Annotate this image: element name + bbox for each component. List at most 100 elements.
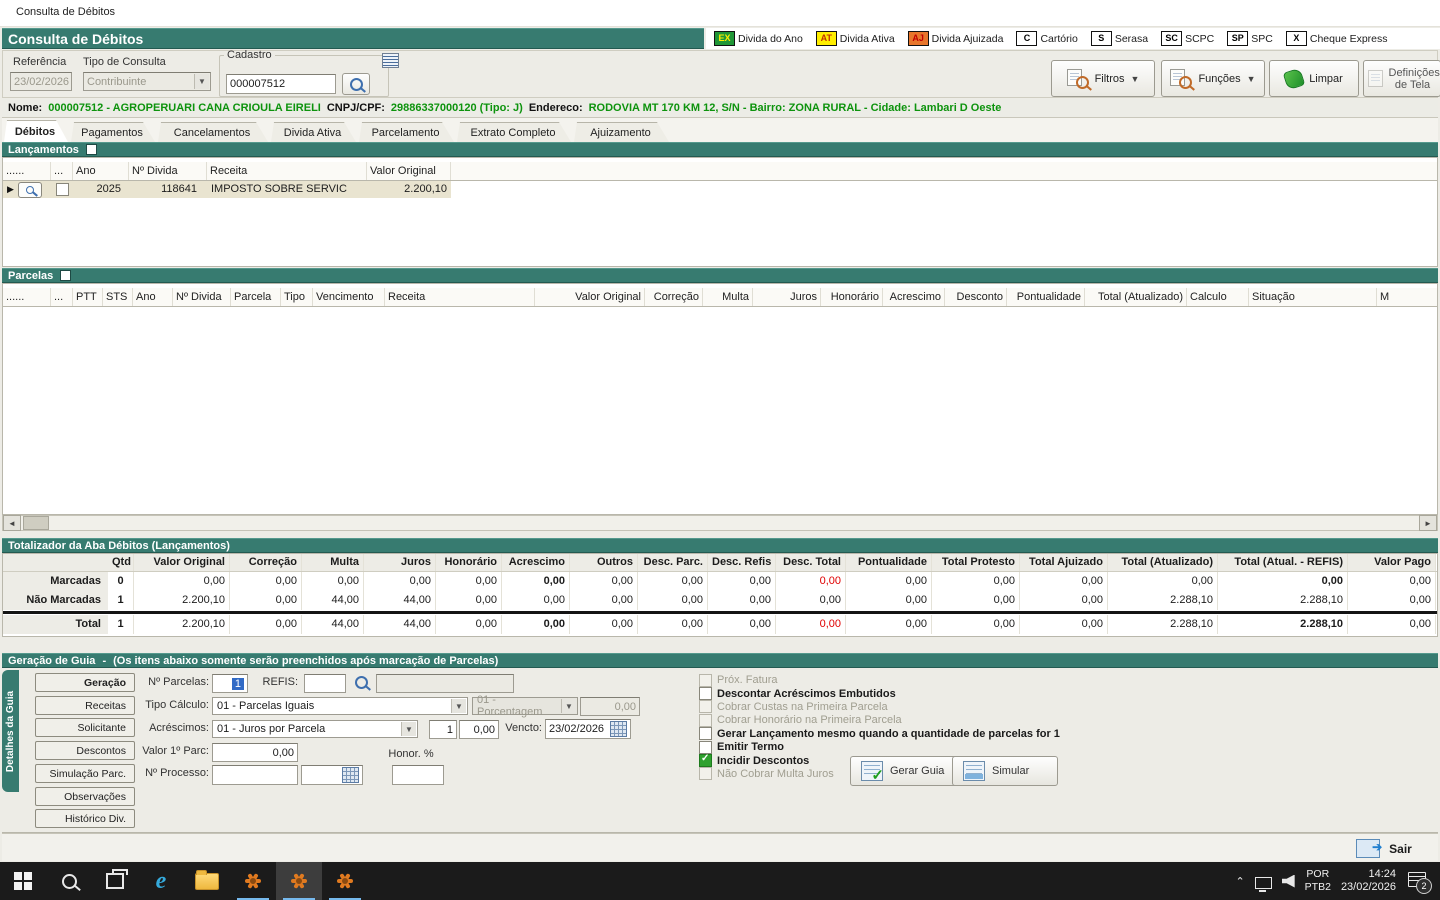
scroll-right-icon[interactable]: ► bbox=[1419, 515, 1437, 531]
refis-input[interactable] bbox=[304, 674, 346, 693]
vencto-input[interactable]: 23/02/2026 bbox=[545, 719, 631, 739]
column-header-n-divida[interactable]: Nº Divida bbox=[173, 288, 231, 306]
n-parcelas-input[interactable]: 1 bbox=[212, 674, 248, 693]
parcelas-section-header: Parcelas bbox=[2, 268, 1438, 283]
column-header-situacao[interactable]: Situação bbox=[1249, 288, 1377, 306]
tipo-consulta-select[interactable]: Contribuinte ▼ bbox=[83, 72, 211, 91]
sidebar-button-observacoes[interactable]: Observações bbox=[35, 787, 135, 806]
tab-divida-ativa[interactable]: Divida Ativa bbox=[271, 122, 356, 142]
column-header-parcela[interactable]: Parcela bbox=[231, 288, 281, 306]
checkbox-cobrar-honorario-na-primeira-parcela[interactable]: Cobrar Honorário na Primeira Parcela bbox=[699, 714, 1060, 726]
cadastro-input[interactable]: 000007512 bbox=[226, 74, 336, 94]
column-header-correcao[interactable]: Correção bbox=[645, 288, 703, 306]
cadastro-search-button[interactable] bbox=[342, 73, 370, 95]
simular-button[interactable]: Simular bbox=[952, 756, 1058, 786]
column-header-acrescimo: Acrescimo bbox=[502, 554, 570, 571]
tab-debitos[interactable]: Débitos bbox=[4, 120, 68, 142]
clock[interactable]: 14:2423/02/2026 bbox=[1341, 868, 1396, 894]
grid-view-button[interactable] bbox=[381, 51, 399, 69]
processo-date-input[interactable] bbox=[301, 765, 363, 785]
acrescimos-amount-input[interactable]: 0,00 bbox=[459, 720, 499, 739]
internet-explorer-button[interactable]: e bbox=[138, 862, 184, 900]
column-header-[interactable]: ...... bbox=[3, 162, 51, 180]
cadastro-label: Cadastro bbox=[224, 49, 275, 61]
calendar-icon[interactable] bbox=[610, 721, 627, 737]
column-header-receita[interactable]: Receita bbox=[385, 288, 535, 306]
tab-parcelamento[interactable]: Parcelamento bbox=[359, 122, 454, 142]
referencia-field[interactable]: 23/02/2026 bbox=[10, 72, 72, 91]
column-header-vencimento[interactable]: Vencimento bbox=[313, 288, 385, 306]
scroll-left-icon[interactable]: ◄ bbox=[3, 515, 21, 531]
tab-ajuizamento[interactable]: Ajuizamento bbox=[574, 122, 669, 142]
column-header-n-divida[interactable]: Nº Divida bbox=[129, 162, 207, 180]
query-bar: Referência 23/02/2026 Tipo de Consulta C… bbox=[2, 50, 1438, 98]
notification-button[interactable]: 2 bbox=[1406, 870, 1430, 892]
column-header-ano[interactable]: Ano bbox=[133, 288, 173, 306]
definicoes-tela-button[interactable]: Definições de Tela bbox=[1363, 60, 1440, 97]
start-button[interactable] bbox=[0, 862, 46, 900]
filtros-button[interactable]: Filtros ▼ bbox=[1051, 60, 1155, 97]
chevron-up-icon[interactable]: ⌃ bbox=[1235, 875, 1244, 888]
app-button-3[interactable] bbox=[322, 862, 368, 900]
limpar-button[interactable]: Limpar bbox=[1269, 60, 1359, 97]
acrescimos-qtd-input[interactable]: 1 bbox=[429, 720, 457, 739]
sidebar-button-historico-div[interactable]: Histórico Div. bbox=[35, 809, 135, 828]
tab-pagamentos[interactable]: Pagamentos bbox=[71, 122, 155, 142]
lancamentos-header-checkbox[interactable] bbox=[86, 144, 97, 155]
column-header-total-atualizado[interactable]: Total (Atualizado) bbox=[1085, 288, 1187, 306]
column-header-honorario[interactable]: Honorário bbox=[821, 288, 883, 306]
taskbar-search-button[interactable] bbox=[46, 862, 92, 900]
file-explorer-button[interactable] bbox=[184, 862, 230, 900]
checkbox-prox-fatura[interactable]: Próx. Fatura bbox=[699, 674, 1060, 686]
volume-icon[interactable] bbox=[1282, 875, 1295, 888]
network-icon[interactable] bbox=[1255, 877, 1272, 889]
cell-honorario: 0,00 bbox=[436, 591, 502, 610]
table-row[interactable]: ▶ 2025 118641 IMPOSTO SOBRE SERVIC 2.200… bbox=[3, 181, 451, 198]
honor-input[interactable] bbox=[392, 765, 444, 785]
row-search-button[interactable] bbox=[18, 182, 42, 198]
detalhes-da-guia-tab[interactable]: Detalhes da Guia bbox=[2, 670, 19, 792]
parcelas-header-checkbox[interactable] bbox=[60, 270, 71, 281]
valor1-input[interactable]: 0,00 bbox=[212, 743, 298, 762]
funcoes-button[interactable]: Funções ▼ bbox=[1161, 60, 1265, 97]
column-header-sts[interactable]: STS bbox=[103, 288, 133, 306]
column-header-receita[interactable]: Receita bbox=[207, 162, 367, 180]
app-button-2[interactable] bbox=[276, 862, 322, 900]
language-indicator[interactable]: PORPTB2 bbox=[1305, 868, 1331, 894]
calendar-icon[interactable] bbox=[342, 767, 359, 783]
app-button-1[interactable] bbox=[230, 862, 276, 900]
column-header-acrescimo[interactable]: Acrescimo bbox=[883, 288, 945, 306]
column-header-[interactable]: ... bbox=[51, 288, 73, 306]
column-header-ptt[interactable]: PTT bbox=[73, 288, 103, 306]
column-header-[interactable]: ... bbox=[51, 162, 73, 180]
column-header-valor-original[interactable]: Valor Original bbox=[367, 162, 451, 180]
acrescimos-select[interactable]: 01 - Juros por Parcela ▼ bbox=[212, 720, 418, 738]
column-header-multa[interactable]: Multa bbox=[703, 288, 753, 306]
column-header-juros[interactable]: Juros bbox=[753, 288, 821, 306]
tab-extrato-completo[interactable]: Extrato Completo bbox=[457, 122, 571, 142]
column-header-desconto[interactable]: Desconto bbox=[945, 288, 1007, 306]
column-header-calculo[interactable]: Calculo bbox=[1187, 288, 1249, 306]
task-view-button[interactable] bbox=[92, 862, 138, 900]
refis-search-button[interactable] bbox=[350, 672, 372, 692]
column-header-[interactable]: ...... bbox=[3, 288, 51, 306]
tab-cancelamentos[interactable]: Cancelamentos bbox=[158, 122, 268, 142]
processo-input[interactable] bbox=[212, 765, 298, 785]
column-header-m[interactable]: M bbox=[1377, 288, 1438, 306]
checkbox-cobrar-custas-na-primeira-parcela[interactable]: Cobrar Custas na Primeira Parcela bbox=[699, 701, 1060, 713]
column-header-ano[interactable]: Ano bbox=[73, 162, 129, 180]
row-checkbox[interactable] bbox=[56, 183, 69, 196]
checkbox-descontar-acrescimos-embutidos[interactable]: Descontar Acréscimos Embutidos bbox=[699, 687, 1060, 699]
checkbox-emitir-termo[interactable]: Emitir Termo bbox=[699, 741, 1060, 753]
gerar-guia-button[interactable]: Gerar Guia bbox=[850, 756, 960, 786]
sair-button[interactable]: Sair bbox=[1334, 837, 1434, 860]
row-search-icon bbox=[26, 186, 34, 194]
checkbox-gerar-lancamento-mesmo-quando-a-quantidade-de-parcelas-for-1[interactable]: Gerar Lançamento mesmo quando a quantida… bbox=[699, 728, 1060, 740]
horizontal-scrollbar[interactable]: ◄ ► bbox=[2, 515, 1438, 531]
column-header-valor-original[interactable]: Valor Original bbox=[535, 288, 645, 306]
tipo-calculo-select[interactable]: 01 - Parcelas Iguais ▼ bbox=[212, 697, 468, 715]
scrollbar-thumb[interactable] bbox=[23, 516, 49, 530]
column-header-tipo[interactable]: Tipo bbox=[281, 288, 313, 306]
checkbox-box bbox=[699, 727, 712, 740]
column-header-pontualidade[interactable]: Pontualidade bbox=[1007, 288, 1085, 306]
